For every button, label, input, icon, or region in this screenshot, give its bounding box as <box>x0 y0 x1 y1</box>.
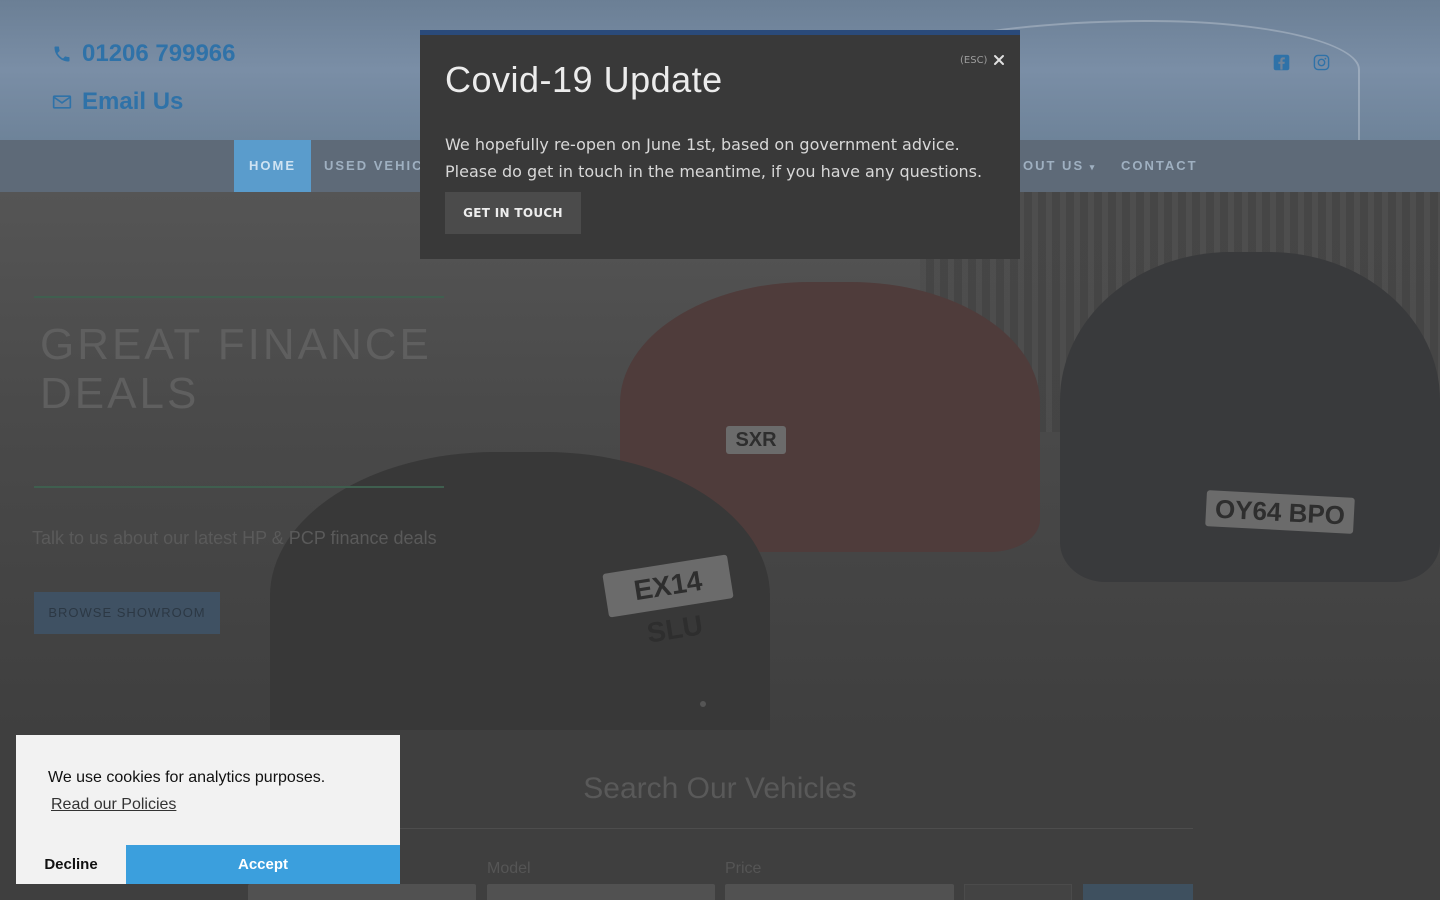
cookie-message: We use cookies for analytics purposes. <box>48 769 326 786</box>
decline-button[interactable]: Decline <box>16 845 126 884</box>
get-in-touch-button[interactable]: GET IN TOUCH <box>445 192 581 234</box>
modal-close-button[interactable]: (ESC) <box>960 53 1006 67</box>
covid-update-modal: Covid-19 Update (ESC) We hopefully re-op… <box>420 30 1020 259</box>
modal-title: Covid-19 Update <box>445 59 723 100</box>
accept-button[interactable]: Accept <box>126 845 400 884</box>
modal-body: We hopefully re-open on June 1st, based … <box>445 135 983 181</box>
cookie-banner: We use cookies for analytics purposes. R… <box>16 735 400 884</box>
close-icon <box>994 55 1005 65</box>
esc-label: (ESC) <box>960 54 988 66</box>
read-policies-link[interactable]: Read our Policies <box>51 796 176 814</box>
